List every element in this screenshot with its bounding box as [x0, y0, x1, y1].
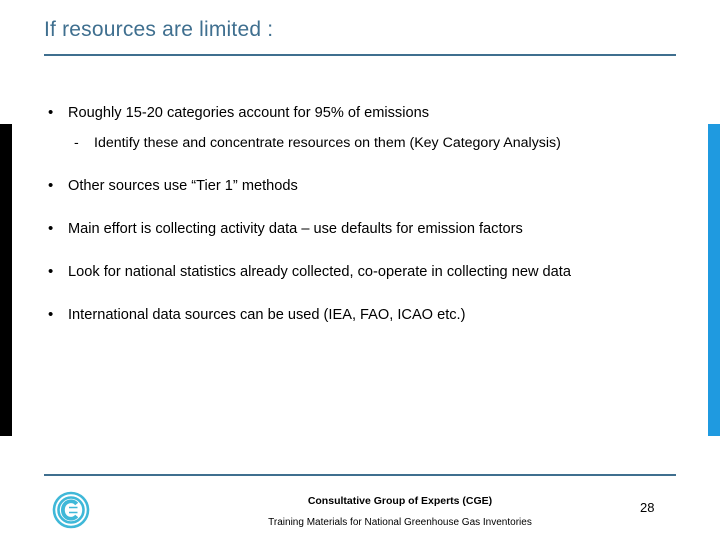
page-number: 28 [640, 500, 655, 515]
bullet-text: Roughly 15-20 categories account for 95%… [68, 105, 429, 121]
footer-divider [44, 474, 676, 476]
list-item: Look for national statistics already col… [40, 257, 688, 287]
list-item: International data sources can be used (… [40, 300, 688, 330]
footer-title: Consultative Group of Experts (CGE) [307, 495, 493, 507]
unfccc-logo-icon [52, 491, 90, 529]
slide-body: Roughly 15-20 categories account for 95%… [40, 98, 688, 343]
left-accent-bar [0, 124, 12, 436]
footer-subtitle: Training Materials for National Greenhou… [268, 517, 532, 528]
list-item: Roughly 15-20 categories account for 95%… [40, 98, 688, 158]
bullet-text: International data sources can be used (… [68, 307, 466, 323]
right-accent-bar [708, 124, 720, 436]
footer: Consultative Group of Experts (CGE) Trai… [200, 494, 600, 530]
page-title: If resources are limited : [44, 18, 274, 41]
bullet-text: Look for national statistics already col… [68, 264, 571, 280]
list-item: Other sources use “Tier 1” methods [40, 171, 688, 201]
slide: If resources are limited : Roughly 15-20… [0, 0, 720, 540]
bullet-text: Main effort is collecting activity data … [68, 221, 523, 237]
bullet-text: Other sources use “Tier 1” methods [68, 178, 298, 194]
sub-list-item: Identify these and concentrate resources… [68, 128, 688, 158]
title-divider [44, 54, 676, 56]
list-item: Main effort is collecting activity data … [40, 214, 688, 244]
